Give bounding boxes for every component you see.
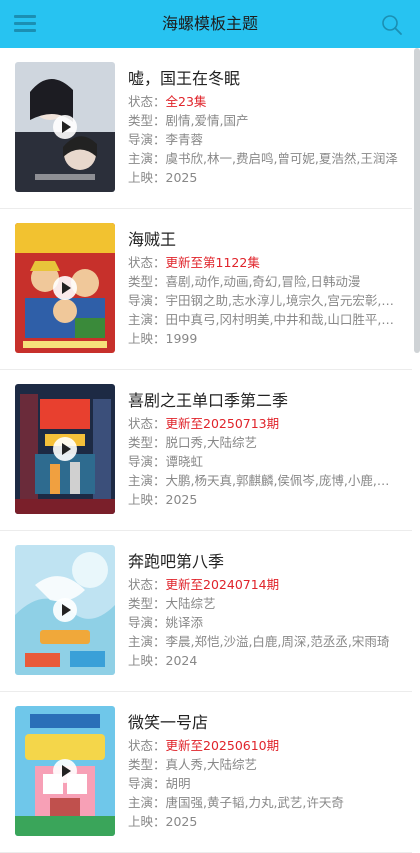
status-row: 状态：更新至20250610期: [128, 738, 280, 753]
poster-image[interactable]: [15, 545, 115, 675]
status-row: 状态：全23集: [128, 94, 207, 109]
genre-row: 类型：脱口秀,大陆综艺: [128, 435, 257, 450]
item-title[interactable]: 嘘，国王在冬眠: [128, 65, 240, 89]
genre-value: 脱口秀,大陆综艺: [165, 435, 257, 450]
year-value: 1999: [165, 331, 198, 346]
year-value: 2025: [165, 170, 198, 185]
cast-value: 李晨,郑恺,沙溢,白鹿,周深,范丞丞,宋雨琦: [165, 634, 390, 649]
status-value: 更新至20240714期: [165, 577, 280, 592]
status-row: 状态：更新至第1122集: [128, 255, 260, 270]
year-row: 上映：2025: [128, 492, 198, 507]
item-title[interactable]: 奔跑吧第八季: [128, 548, 224, 572]
poster-image[interactable]: [15, 62, 115, 192]
status-value: 全23集: [165, 94, 207, 109]
year-row: 上映：2025: [128, 170, 198, 185]
status-row: 状态：更新至20240714期: [128, 577, 280, 592]
status-value: 更新至20250610期: [165, 738, 280, 753]
director-value: 谭晓虹: [165, 454, 204, 469]
status-value: 更新至第1122集: [165, 255, 260, 270]
list-item[interactable]: 奔跑吧第八季 状态：更新至20240714期 类型：大陆综艺 导演：姚译添 主演…: [0, 531, 412, 692]
play-icon[interactable]: [53, 598, 77, 622]
genre-value: 真人秀,大陆综艺: [165, 757, 257, 772]
play-icon[interactable]: [53, 115, 77, 139]
director-row: 导演：胡明: [128, 776, 191, 791]
cast-value: 大鹏,杨天真,郭麒麟,侯佩岑,庞博,小鹿,付航: [165, 473, 400, 488]
genre-row: 类型：真人秀,大陆综艺: [128, 757, 257, 772]
cast-row: 主演：大鹏,杨天真,郭麒麟,侯佩岑,庞博,小鹿,付航: [128, 473, 400, 488]
director-value: 胡明: [165, 776, 191, 791]
play-icon[interactable]: [53, 276, 77, 300]
year-row: 上映：2025: [128, 814, 198, 829]
director-row: 导演：李青蓉: [128, 132, 204, 147]
search-icon[interactable]: [381, 14, 403, 36]
item-title[interactable]: 海贼王: [128, 226, 176, 250]
app-header: 海螺模板主题: [0, 0, 420, 48]
director-row: 导演：谭晓虹: [128, 454, 204, 469]
director-value: 姚译添: [165, 615, 204, 630]
page-title: 海螺模板主题: [161, 14, 258, 33]
cast-row: 主演：李晨,郑恺,沙溢,白鹿,周深,范丞丞,宋雨琦: [128, 634, 390, 649]
year-value: 2024: [165, 653, 198, 668]
play-icon[interactable]: [53, 437, 77, 461]
list-item[interactable]: 嘘，国王在冬眠 状态：全23集 类型：剧情,爱情,国产 导演：李青蓉 主演：虞书…: [0, 48, 412, 209]
status-value: 更新至20250713期: [165, 416, 280, 431]
video-list: 嘘，国王在冬眠 状态：全23集 类型：剧情,爱情,国产 导演：李青蓉 主演：虞书…: [0, 48, 412, 853]
poster-image[interactable]: [15, 223, 115, 353]
director-value: 李青蓉: [165, 132, 204, 147]
cast-value: 虞书欣,林一,费启鸣,曾可妮,夏浩然,王润泽: [165, 151, 398, 166]
cast-value: 田中真弓,冈村明美,中井和哉,山口胜平,平田广明: [165, 312, 400, 327]
item-title[interactable]: 喜剧之王单口季第二季: [128, 387, 288, 411]
year-value: 2025: [165, 492, 198, 507]
poster-image[interactable]: [15, 384, 115, 514]
list-item[interactable]: 微笑一号店 状态：更新至20250610期 类型：真人秀,大陆综艺 导演：胡明 …: [0, 692, 412, 853]
director-row: 导演：宇田钢之助,志水淳儿,境宗久,宫元宏彰,五十岚卓哉: [128, 292, 400, 310]
year-row: 上映：2024: [128, 653, 198, 668]
genre-row: 类型：剧情,爱情,国产: [128, 113, 249, 128]
list-item[interactable]: 海贼王 状态：更新至第1122集 类型：喜剧,动作,动画,奇幻,冒险,日韩动漫 …: [0, 209, 412, 370]
year-row: 上映：1999: [128, 331, 198, 346]
director-row: 导演：姚译添: [128, 615, 204, 630]
genre-value: 大陆综艺: [165, 596, 216, 611]
director-value: 宇田钢之助,志水淳儿,境宗久,宫元宏彰,五十岚卓哉: [165, 293, 400, 308]
genre-row: 类型：大陆综艺: [128, 596, 216, 611]
year-value: 2025: [165, 814, 198, 829]
cast-value: 唐国强,黄子韬,力丸,武艺,许天奇: [165, 795, 344, 810]
menu-icon[interactable]: [14, 15, 36, 33]
genre-value: 剧情,爱情,国产: [165, 113, 249, 128]
status-row: 状态：更新至20250713期: [128, 416, 280, 431]
scrollbar[interactable]: [414, 48, 420, 353]
play-icon[interactable]: [53, 759, 77, 783]
genre-row: 类型：喜剧,动作,动画,奇幻,冒险,日韩动漫: [128, 274, 361, 289]
item-title[interactable]: 微笑一号店: [128, 709, 208, 733]
poster-image[interactable]: [15, 706, 115, 836]
cast-row: 主演：田中真弓,冈村明美,中井和哉,山口胜平,平田广明: [128, 311, 400, 329]
list-item[interactable]: 喜剧之王单口季第二季 状态：更新至20250713期 类型：脱口秀,大陆综艺 导…: [0, 370, 412, 531]
genre-value: 喜剧,动作,动画,奇幻,冒险,日韩动漫: [165, 274, 361, 289]
cast-row: 主演：唐国强,黄子韬,力丸,武艺,许天奇: [128, 795, 344, 810]
cast-row: 主演：虞书欣,林一,费启鸣,曾可妮,夏浩然,王润泽: [128, 151, 398, 166]
